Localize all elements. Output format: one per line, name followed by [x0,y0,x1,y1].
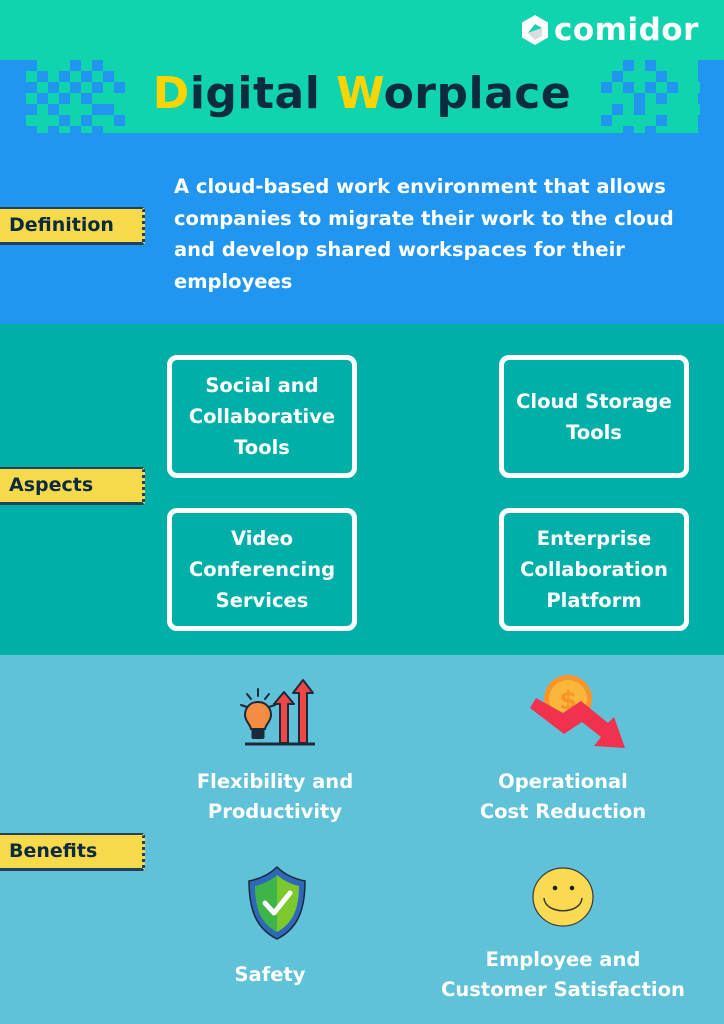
shield-check-icon [248,865,306,940]
benefit-label: Operational Cost Reduction [463,767,663,827]
benefit-label-line: Operational [498,770,628,793]
title-part-igital: igital [189,68,337,119]
brand-name: comidor [554,11,699,48]
aspects-tag: Aspects [0,467,145,505]
brand-logo: comidor [520,14,699,46]
benefit-label-line: Employee and [485,948,641,971]
aspects-tag-label: Aspects [9,474,94,496]
benefit-label: Flexibility and Productivity [175,767,375,827]
benefit-label-line: Cost Reduction [479,800,647,823]
lightbulb-growth-icon [240,679,315,746]
aspect-card: Video Conferencing Services [167,508,357,631]
benefit-label: Employee and Customer Satisfaction [413,945,713,1005]
title-letter-d: D [152,68,190,119]
definition-tag-label: Definition [9,214,114,236]
benefit-label-line: Productivity [207,800,343,823]
cost-reduction-icon: $ [530,675,625,748]
benefits-tag: Benefits [0,833,145,871]
title-letter-w: W [336,68,384,119]
benefit-label: Safety [170,960,370,990]
aspect-card: Cloud Storage Tools [499,355,689,478]
definition-section: Definition A cloud-based work environmen… [0,133,724,324]
definition-tag: Definition [0,207,145,245]
smiley-face-icon [532,867,594,927]
aspects-section: Aspects Social and Collaborative Tools C… [0,324,724,655]
title-part-orplace: orplace [383,68,572,119]
aspect-card: Social and Collaborative Tools [167,355,357,478]
definition-text: A cloud-based work environment that allo… [174,175,674,293]
page-title: Digital Worplace [0,66,724,122]
benefit-label-line: Flexibility and [196,770,354,793]
aspect-card: Enterprise Collaboration Platform [499,508,689,631]
benefits-tag-label: Benefits [9,840,98,862]
benefits-section: Benefits Flexibility and Productivity $ … [0,655,724,1024]
benefit-label-line: Safety [234,963,306,986]
benefit-label-line: Customer Satisfaction [441,978,685,1001]
comidor-logo-icon [522,15,548,45]
